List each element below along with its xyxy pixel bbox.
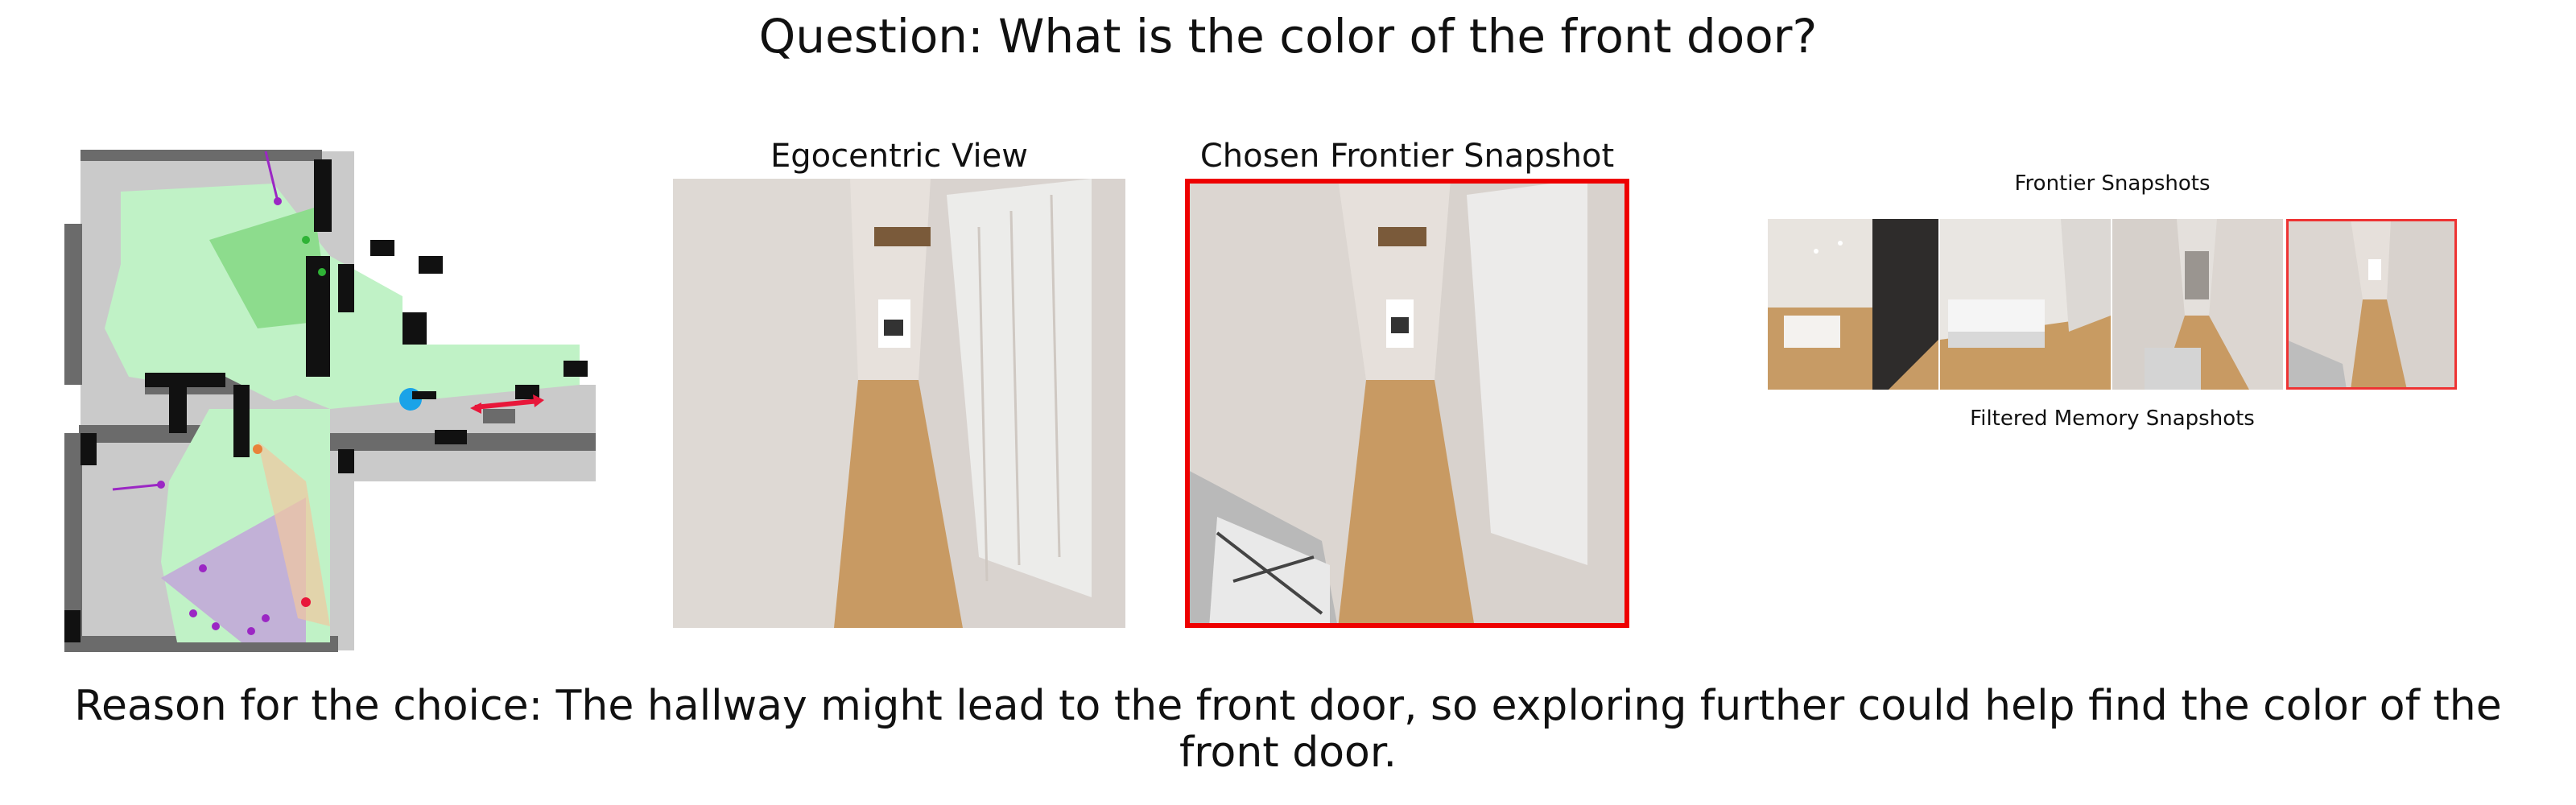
chosen-frontier-image[interactable] <box>1185 179 1629 628</box>
map-canvas <box>64 150 596 652</box>
egocentric-view-image <box>673 179 1125 628</box>
reason-text: Reason for the choice: The hallway might… <box>74 682 2502 777</box>
frontier-snapshots-label: Frontier Snapshots <box>2014 171 2211 196</box>
question-title: Question: What is the color of the front… <box>758 9 1818 64</box>
frontier-thumbnail[interactable] <box>1768 219 1938 390</box>
exploration-map <box>64 143 612 665</box>
frontier-thumbnail[interactable] <box>1940 219 2111 390</box>
chosen-frontier-label: Chosen Frontier Snapshot <box>1199 138 1615 175</box>
frontier-thumbnail[interactable] <box>2112 219 2283 390</box>
memory-snapshots-label: Filtered Memory Snapshots <box>1970 407 2255 431</box>
egocentric-view-label: Egocentric View <box>770 138 1028 175</box>
selected-thumbnail-highlight <box>2286 219 2457 390</box>
frontier-snapshots-strip <box>1768 219 2457 390</box>
